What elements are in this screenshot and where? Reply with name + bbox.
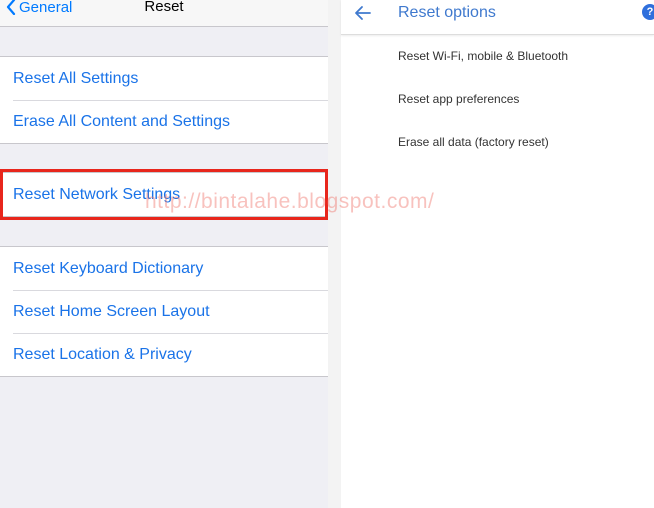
page-title: Reset options [398,4,496,21]
android-app-bar: Reset options ? [341,0,654,35]
settings-group: Reset All Settings Erase All Content and… [0,56,328,144]
reset-wifi-mobile-bluetooth-item[interactable]: Reset Wi-Fi, mobile & Bluetooth [398,44,568,68]
erase-all-content-item[interactable]: Erase All Content and Settings [0,100,328,143]
ios-navigation-bar: General Reset [0,0,328,27]
factory-reset-item[interactable]: Erase all data (factory reset) [398,130,549,154]
settings-group: Reset Keyboard Dictionary Reset Home Scr… [0,246,328,377]
reset-location-privacy-item[interactable]: Reset Location & Privacy [0,333,328,376]
panel-divider [328,0,341,508]
android-settings-panel: Reset options ? Reset Wi-Fi, mobile & Bl… [341,0,654,508]
reset-all-settings-item[interactable]: Reset All Settings [0,57,328,100]
settings-group: Reset Network Settings [0,172,328,217]
reset-keyboard-dictionary-item[interactable]: Reset Keyboard Dictionary [0,247,328,290]
help-icon[interactable]: ? [642,4,654,20]
ios-settings-panel: General Reset Reset All Settings Erase A… [0,0,328,508]
page-title: Reset [144,0,184,15]
arrow-left-icon[interactable] [354,4,372,22]
reset-network-settings-item[interactable]: Reset Network Settings [0,173,328,216]
reset-home-screen-layout-item[interactable]: Reset Home Screen Layout [0,290,328,333]
reset-app-preferences-item[interactable]: Reset app preferences [398,87,519,111]
